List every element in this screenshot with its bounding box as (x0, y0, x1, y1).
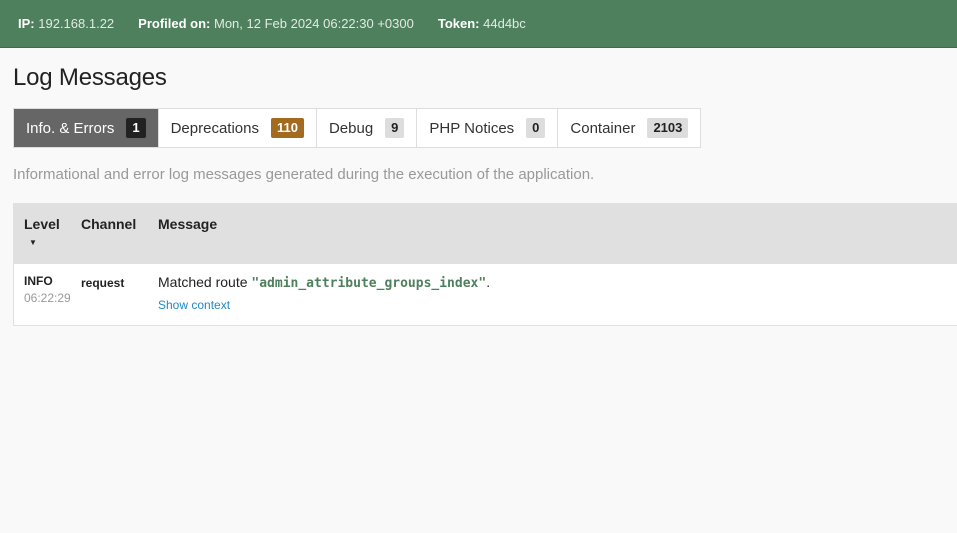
log-message: Matched route "admin_attribute_groups_in… (158, 274, 491, 291)
summary-token: Token: 44d4bc (438, 16, 526, 31)
profiled-label: Profiled on: (138, 16, 211, 31)
column-message: Message (158, 216, 218, 232)
tab-count-badge: 1 (126, 118, 146, 138)
tab-label: PHP Notices (429, 119, 515, 137)
tab-debug[interactable]: Debug 9 (317, 109, 418, 147)
sort-down-icon[interactable]: ▼ (29, 238, 81, 247)
log-table: Level ▼ Channel Message INFO 06:22:29 re… (13, 203, 957, 326)
message-prefix: Matched route (158, 274, 252, 290)
summary-ip: IP: 192.168.1.22 (18, 16, 114, 31)
ip-label: IP: (18, 16, 35, 31)
tab-container[interactable]: Container 2103 (558, 109, 700, 147)
tab-php-notices[interactable]: PHP Notices 0 (417, 109, 559, 147)
ip-value: 192.168.1.22 (38, 16, 115, 31)
profiled-value: Mon, 12 Feb 2024 06:22:30 +0300 (214, 16, 414, 31)
tab-deprecations[interactable]: Deprecations 110 (159, 109, 317, 147)
tab-count-badge: 2103 (647, 118, 689, 138)
level-label: INFO (24, 274, 53, 288)
message-suffix: . (486, 274, 491, 290)
log-table-header: Level ▼ Channel Message (14, 204, 957, 264)
page-title: Log Messages (13, 64, 167, 91)
channel-label: request (81, 276, 125, 290)
show-context-link[interactable]: Show context (158, 298, 957, 312)
row-message-cell: Matched route "admin_attribute_groups_in… (158, 264, 957, 325)
log-time: 06:22:29 (24, 291, 71, 305)
column-level-label: Level (24, 216, 60, 232)
column-channel: Channel (81, 216, 137, 232)
message-argument: admin_attribute_groups_index (259, 276, 479, 291)
tab-label: Debug (328, 119, 374, 137)
tab-count-badge: 110 (270, 118, 304, 138)
tab-label: Container (570, 119, 636, 137)
tab-info-errors[interactable]: Info. & Errors 1 (14, 109, 159, 147)
summary-profiled: Profiled on: Mon, 12 Feb 2024 06:22:30 +… (138, 16, 414, 31)
table-row: INFO 06:22:29 request Matched route "adm… (14, 264, 957, 325)
log-tabs: Info. & Errors 1 Deprecations 110 Debug … (13, 108, 702, 148)
row-level-cell: INFO 06:22:29 (14, 264, 81, 325)
summary-bar: IP: 192.168.1.22 Profiled on: Mon, 12 Fe… (0, 0, 957, 48)
tab-count-badge: 0 (526, 118, 546, 138)
token-value[interactable]: 44d4bc (483, 16, 526, 31)
column-level[interactable]: Level ▼ (14, 204, 81, 264)
row-channel-cell: request (81, 264, 158, 325)
tab-label: Info. & Errors (26, 119, 115, 137)
tab-count-badge: 9 (385, 118, 405, 138)
tab-description: Informational and error log messages gen… (13, 166, 595, 183)
token-label: Token: (437, 16, 480, 31)
tab-label: Deprecations (170, 119, 259, 137)
